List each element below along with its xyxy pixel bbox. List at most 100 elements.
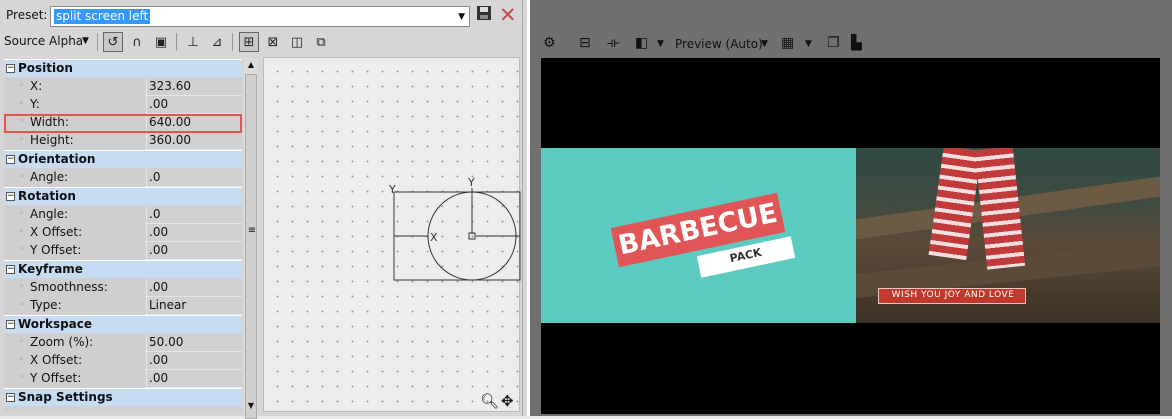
delete-icon[interactable]: ✕: [499, 3, 519, 27]
property-row: Y Offset:.00: [4, 242, 242, 260]
video-frame: BARBECUE PACK WISH YOU JOY AND LOVE: [541, 58, 1160, 414]
property-row: X Offset:.00: [4, 352, 242, 370]
separator: [232, 33, 233, 51]
category-label: Workspace: [18, 317, 93, 331]
property-key: Y Offset:: [4, 370, 145, 388]
property-value[interactable]: .00: [146, 352, 242, 370]
preset-dropdown[interactable]: split screen left ▼: [50, 6, 470, 27]
property-value[interactable]: .0: [146, 169, 242, 187]
collapse-icon[interactable]: −: [6, 192, 15, 201]
photo-scene: WISH YOU JOY AND LOVE: [856, 148, 1160, 323]
crop-frame[interactable]: Y Y X: [264, 58, 521, 413]
greeting-banner: WISH YOU JOY AND LOVE: [878, 288, 1026, 304]
scroll-down-icon[interactable]: ▼: [244, 399, 258, 413]
collapse-icon[interactable]: −: [6, 393, 15, 402]
property-row: Type:Linear: [4, 297, 242, 315]
3d-icon[interactable]: ⧉: [311, 32, 331, 52]
split-view-icon[interactable]: ◧: [635, 35, 648, 51]
property-value[interactable]: .00: [146, 242, 242, 260]
preview-toolbar: ⚙ ⊟ ⟛ ◧ ▼ Preview (Auto) ▼ ▦ ▼ ❐ ▙: [530, 30, 1172, 58]
category-label: Keyframe: [18, 262, 83, 276]
project-properties-icon[interactable]: ⊟: [579, 35, 591, 51]
scale-x-icon[interactable]: ⊥: [183, 32, 203, 52]
copy-snapshot-icon[interactable]: ❐: [827, 35, 840, 51]
property-key: Height:: [4, 132, 145, 150]
save-snapshot-icon[interactable]: ▙: [851, 35, 862, 51]
category-label: Snap Settings: [18, 390, 113, 404]
split-screen-icon[interactable]: ⟛: [607, 35, 620, 51]
category-keyframe[interactable]: − Keyframe: [4, 260, 242, 278]
save-icon[interactable]: [476, 5, 494, 25]
property-row: Y:.00: [4, 96, 242, 114]
greeting-text: WISH YOU JOY AND LOVE: [891, 290, 1015, 300]
fit-icon[interactable]: ⊠: [263, 32, 283, 52]
property-row: Y Offset:.00: [4, 370, 242, 388]
lock-aspect-icon[interactable]: ▣: [151, 32, 171, 52]
separator: [176, 33, 177, 51]
chevron-down-icon[interactable]: ▼: [82, 36, 89, 46]
scroll-thumb[interactable]: ≡: [245, 74, 257, 419]
property-value[interactable]: .00: [146, 370, 242, 388]
scroll-up-icon[interactable]: ▲: [244, 58, 258, 72]
property-value[interactable]: .00: [146, 96, 242, 114]
barbecue-title-card: BARBECUE PACK: [541, 148, 856, 323]
separator: [97, 33, 98, 51]
property-row: Height:360.00: [4, 132, 242, 150]
axis-y-top-label: Y: [467, 176, 475, 189]
category-snap-settings[interactable]: − Snap Settings: [4, 388, 242, 406]
edit-canvas[interactable]: Y Y X 🔍︎ ✥: [263, 57, 521, 413]
property-value[interactable]: .00: [146, 224, 242, 242]
preview-quality-dropdown[interactable]: Preview (Auto): [675, 37, 763, 51]
property-value[interactable]: .0: [146, 206, 242, 224]
source-alpha-dropdown[interactable]: Source Alpha: [4, 34, 83, 48]
property-key: X Offset:: [4, 352, 145, 370]
grid-icon[interactable]: ▦: [781, 35, 794, 51]
gear-icon[interactable]: ⚙: [543, 35, 556, 51]
property-key: Angle:: [4, 169, 145, 187]
property-row: Zoom (%):50.00: [4, 334, 242, 352]
collapse-icon[interactable]: −: [6, 320, 15, 329]
category-workspace[interactable]: − Workspace: [4, 315, 242, 333]
magnet-icon[interactable]: ∩: [127, 32, 147, 52]
chevron-down-icon[interactable]: ▼: [458, 12, 465, 22]
property-key: Zoom (%):: [4, 334, 145, 352]
property-key: X Offset:: [4, 224, 145, 242]
collapse-icon[interactable]: −: [6, 64, 15, 73]
collapse-icon[interactable]: −: [6, 155, 15, 164]
reset-icon[interactable]: ↺: [103, 32, 123, 52]
property-row: X:323.60: [4, 78, 242, 96]
normal-edit-icon[interactable]: ⊞: [239, 32, 259, 52]
category-rotation[interactable]: − Rotation: [4, 187, 242, 205]
property-value[interactable]: 323.60: [146, 78, 242, 96]
move-icon[interactable]: ✥: [501, 392, 514, 410]
toolbar: Source Alpha ▼ ↺ ∩ ▣ ⊥ ⊿ ⊞ ⊠ ◫ ⧉: [0, 30, 522, 54]
property-key: Y:: [4, 96, 145, 114]
chevron-down-icon[interactable]: ▼: [805, 39, 812, 49]
property-key: Y Offset:: [4, 242, 145, 260]
property-row: Angle:.0: [4, 206, 242, 224]
category-label: Position: [18, 61, 73, 75]
property-value[interactable]: .00: [146, 279, 242, 297]
property-key: X:: [4, 78, 145, 96]
property-grid: −PositionX:323.60Y:.00Width:640.00Height…: [4, 59, 242, 413]
vertical-scrollbar[interactable]: ▲ ≡ ▼: [244, 58, 258, 419]
property-row: Angle:.0: [4, 169, 242, 187]
property-value[interactable]: Linear: [146, 297, 242, 315]
category-label: Orientation: [18, 152, 96, 166]
collapse-icon[interactable]: −: [6, 265, 15, 274]
property-value[interactable]: 360.00: [146, 132, 242, 150]
property-row: X Offset:.00: [4, 224, 242, 242]
grip-icon: ≡: [247, 225, 257, 236]
property-key: Type:: [4, 297, 145, 315]
category-position[interactable]: − Position: [4, 59, 242, 77]
property-value[interactable]: 50.00: [146, 334, 242, 352]
preset-value[interactable]: split screen left: [54, 9, 151, 24]
zoom-edit-icon[interactable]: ◫: [287, 32, 307, 52]
property-key: Smoothness:: [4, 279, 145, 297]
chevron-down-icon[interactable]: ▼: [657, 39, 664, 49]
category-orientation[interactable]: − Orientation: [4, 150, 242, 168]
scale-y-icon[interactable]: ⊿: [207, 32, 227, 52]
knit-stocking: [928, 148, 982, 261]
zoom-icon[interactable]: 🔍︎: [480, 392, 499, 410]
chevron-down-icon[interactable]: ▼: [761, 39, 768, 49]
